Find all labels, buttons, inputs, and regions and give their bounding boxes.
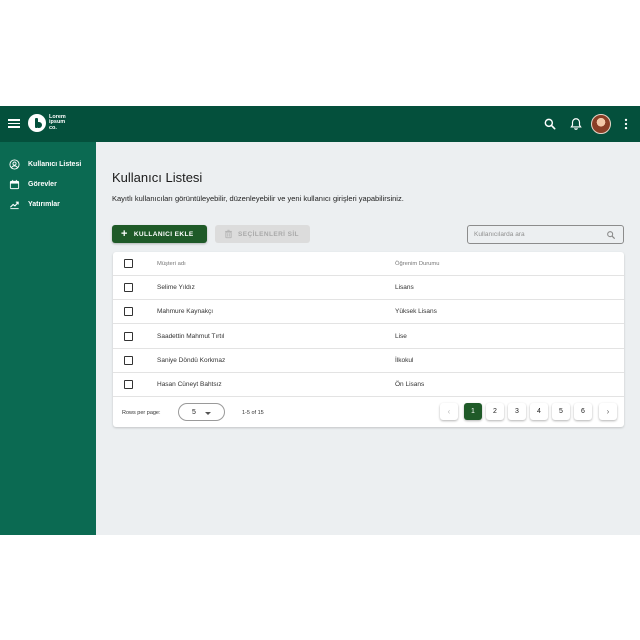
table-row[interactable]: Hasan Cüneyt Bahtsız Ön Lisans — [113, 373, 624, 397]
prev-page-button[interactable]: ‹ — [440, 403, 458, 420]
page-range-text: 1-5 of 15 — [242, 410, 264, 416]
column-header-status: Öğrenim Durumu — [395, 261, 440, 267]
page-title: Kullanıcı Listesi — [112, 170, 203, 185]
page-button-5[interactable]: 5 — [552, 403, 570, 420]
row-checkbox[interactable] — [124, 332, 133, 341]
menu-icon[interactable] — [8, 117, 20, 131]
sidebar: Kullanıcı Listesi Görevler Yatırımlar — [0, 142, 96, 535]
cell-status: İlkokul — [395, 357, 414, 364]
top-app-bar: Lorem ipsum co. — [0, 106, 640, 142]
cell-name: Saadettin Mahmut Tırtıl — [157, 333, 225, 340]
column-header-name: Müşteri adı — [157, 261, 186, 267]
search-input[interactable] — [474, 228, 599, 241]
sidebar-item-label: Kullanıcı Listesi — [28, 160, 82, 168]
cell-name: Saniye Döndü Korkmaz — [157, 357, 226, 364]
table-header-row: Müşteri adı Öğrenim Durumu — [113, 252, 624, 276]
page-button-6[interactable]: 6 — [574, 403, 592, 420]
sidebar-item-yatirimlar[interactable]: Yatırımlar — [0, 194, 96, 214]
logo-text: Lorem ipsum co. — [49, 113, 66, 131]
rows-per-page-label: Rows per page: — [122, 410, 161, 416]
add-user-button[interactable]: + KULLANICI EKLE — [112, 225, 207, 243]
search-icon[interactable] — [606, 230, 616, 240]
select-all-checkbox[interactable] — [124, 259, 133, 268]
cell-status: Yüksek Lisans — [395, 308, 437, 315]
cell-status: Lise — [395, 333, 407, 340]
page-subtitle: Kayıtlı kullanıcıları görüntüleyebilir, … — [112, 194, 404, 203]
search-icon[interactable] — [543, 117, 557, 131]
avatar[interactable] — [591, 114, 611, 134]
cell-name: Hasan Cüneyt Bahtsız — [157, 381, 222, 388]
logo: Lorem ipsum co. — [28, 114, 66, 132]
sidebar-item-label: Yatırımlar — [28, 200, 60, 208]
more-vert-icon[interactable] — [619, 117, 633, 131]
row-checkbox[interactable] — [124, 307, 133, 316]
table-row[interactable]: Selime Yıldız Lisans — [113, 276, 624, 300]
row-checkbox[interactable] — [124, 380, 133, 389]
page-button-4[interactable]: 4 — [530, 403, 548, 420]
calendar-icon — [9, 179, 20, 189]
cell-name: Mahmure Kaynakçı — [157, 308, 213, 315]
sidebar-item-kullanici-listesi[interactable]: Kullanıcı Listesi — [0, 154, 96, 174]
search-field — [467, 225, 624, 244]
delete-selected-button-label: SEÇİLENLERİ SİL — [238, 230, 299, 238]
chevron-down-icon — [205, 412, 211, 415]
user-table: Müşteri adı Öğrenim Durumu Selime Yıldız… — [113, 252, 624, 427]
page-button-2[interactable]: 2 — [486, 403, 504, 420]
table-row[interactable]: Mahmure Kaynakçı Yüksek Lisans — [113, 300, 624, 324]
table-row[interactable]: Saadettin Mahmut Tırtıl Lise — [113, 325, 624, 349]
bell-icon[interactable] — [569, 117, 583, 131]
user-circle-icon — [9, 158, 20, 170]
row-checkbox[interactable] — [124, 356, 133, 365]
next-page-button[interactable]: › — [599, 403, 617, 420]
trash-icon — [225, 229, 232, 239]
rows-per-page-select[interactable]: 5 — [178, 403, 225, 421]
cell-status: Ön Lisans — [395, 381, 425, 388]
plus-icon: + — [121, 228, 128, 240]
table-row[interactable]: Saniye Döndü Korkmaz İlkokul — [113, 349, 624, 373]
delete-selected-button[interactable]: SEÇİLENLERİ SİL — [215, 225, 310, 243]
sidebar-item-label: Görevler — [28, 180, 57, 188]
logo-mark-icon — [28, 114, 46, 132]
rows-per-page-value: 5 — [192, 409, 196, 416]
row-checkbox[interactable] — [124, 283, 133, 292]
sidebar-item-gorevler[interactable]: Görevler — [0, 174, 96, 194]
table-pagination: Rows per page: 5 1-5 of 15 ‹ 1 2 3 4 5 6… — [113, 398, 624, 427]
page-button-1[interactable]: 1 — [464, 403, 482, 420]
page-button-3[interactable]: 3 — [508, 403, 526, 420]
cell-name: Selime Yıldız — [157, 284, 195, 291]
add-user-button-label: KULLANICI EKLE — [133, 230, 194, 238]
cell-status: Lisans — [395, 284, 414, 291]
trend-icon — [9, 201, 19, 209]
app-window: Lorem ipsum co. Kullanıcı Listesi Görevl… — [0, 106, 640, 535]
